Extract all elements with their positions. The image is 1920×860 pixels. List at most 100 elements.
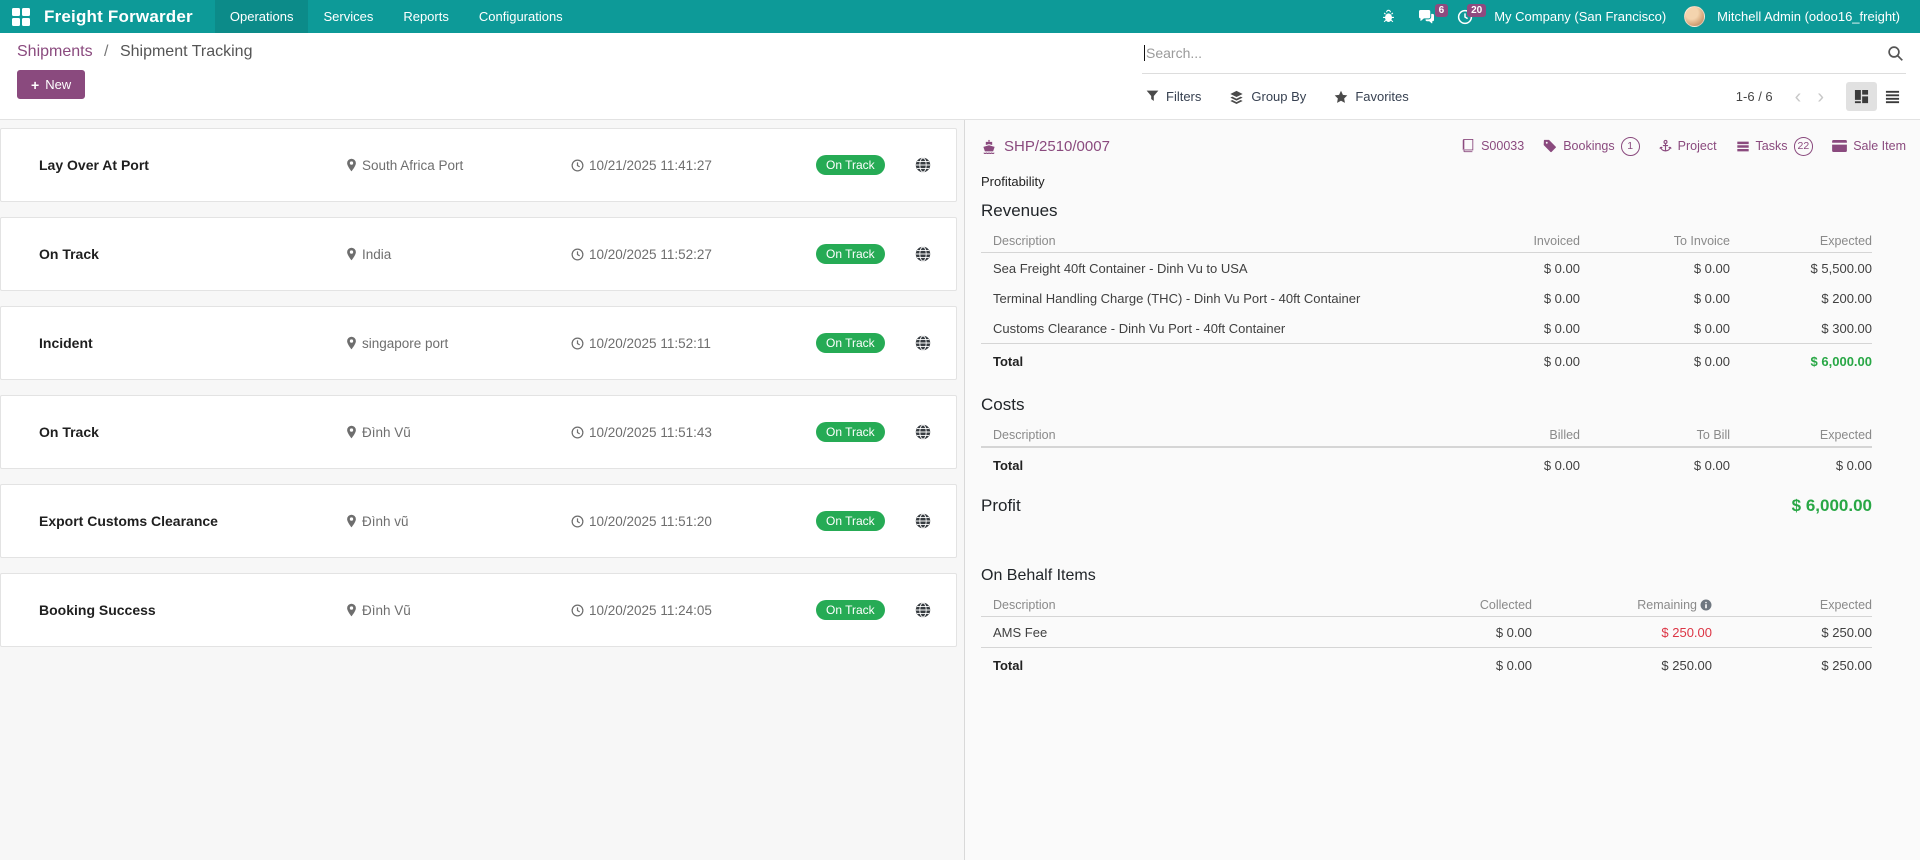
revenues-title: Revenues (981, 201, 1906, 221)
status-badge: On Track (816, 600, 885, 620)
breadcrumb-shipments-link[interactable]: Shipments (17, 43, 93, 60)
revenues-cell: $ 0.00 (1430, 291, 1580, 306)
group-by-button[interactable]: Group By (1229, 89, 1306, 104)
revenues-header: Description (981, 234, 1430, 248)
smart-button-sale-item[interactable]: Sale Item (1832, 139, 1906, 153)
list-view-button[interactable] (1877, 82, 1908, 111)
shipment-tracking-card[interactable]: Lay Over At Port South Africa Port 10/21… (0, 128, 957, 202)
user-menu[interactable]: Mitchell Admin (odoo16_freight) (1709, 9, 1908, 24)
tasks-icon (1736, 140, 1750, 153)
costs-table: DescriptionBilledTo BillExpectedTotal$ 0… (981, 423, 1872, 483)
status-badge: On Track (816, 155, 885, 175)
on-behalf-total-cell: $ 250.00 (1532, 658, 1712, 673)
info-icon[interactable] (1700, 599, 1712, 611)
favorites-button[interactable]: Favorites (1334, 89, 1408, 104)
revenues-header: To Invoice (1580, 234, 1730, 248)
debug-bug-icon[interactable] (1372, 5, 1405, 28)
breadcrumb-separator: / (97, 43, 115, 60)
shipment-detail-panel: SHP/2510/0007 S00033 Bookings1 Project Task… (965, 120, 1920, 860)
user-avatar[interactable] (1684, 6, 1705, 27)
revenues-cell: Sea Freight 40ft Container - Dinh Vu to … (981, 261, 1430, 276)
shipment-reference-link[interactable]: SHP/2510/0007 (981, 138, 1110, 155)
messages-icon[interactable]: 6 (1409, 5, 1444, 28)
globe-icon[interactable] (915, 246, 931, 262)
costs-header: Billed (1430, 428, 1580, 442)
on-behalf-total-row: Total$ 0.00$ 250.00$ 250.00 (981, 647, 1872, 683)
star-icon (1334, 90, 1348, 104)
smart-button-tasks[interactable]: Tasks22 (1736, 137, 1814, 156)
search-bar (1142, 33, 1906, 74)
profit-label: Profit (981, 496, 1021, 516)
clock-icon (571, 248, 584, 261)
search-actions-row: Filters Group By Favorites 1-6 / 6 ‹ › (1142, 74, 1920, 119)
pager-range: 1-6 / 6 (1736, 89, 1773, 104)
globe-icon[interactable] (915, 602, 931, 618)
tracking-datetime: 10/20/2025 11:24:05 (571, 603, 816, 618)
location-pin-icon (346, 603, 357, 617)
company-switcher[interactable]: My Company (San Francisco) (1486, 9, 1674, 24)
top-navbar: Freight Forwarder OperationsServicesRepo… (0, 0, 1920, 33)
smart-button-project[interactable]: Project (1659, 139, 1717, 153)
costs-header-row: DescriptionBilledTo BillExpected (981, 423, 1872, 447)
globe-icon[interactable] (915, 335, 931, 351)
menu-services[interactable]: Services (308, 0, 388, 33)
prev-page-button[interactable]: ‹ (1787, 88, 1810, 106)
costs-total-cell: $ 0.00 (1430, 458, 1580, 473)
tracking-status-title: On Track (39, 424, 346, 440)
menu-configurations[interactable]: Configurations (464, 0, 578, 33)
costs-header: Description (981, 428, 1430, 442)
shipment-tracking-list: Lay Over At Port South Africa Port 10/21… (0, 120, 965, 860)
tracking-location: India (346, 247, 571, 262)
smart-button-bookings[interactable]: Bookings1 (1543, 137, 1639, 156)
app-name[interactable]: Freight Forwarder (40, 0, 215, 33)
activities-clock-icon[interactable]: 20 (1448, 5, 1482, 29)
shipment-tracking-card[interactable]: On Track India 10/20/2025 11:52:27 On Tr… (0, 217, 957, 291)
filters-button[interactable]: Filters (1146, 89, 1201, 104)
on-behalf-header: Collected (1382, 598, 1532, 612)
plus-icon: + (31, 80, 39, 90)
status-badge: On Track (816, 333, 885, 353)
revenues-total-cell: Total (981, 354, 1430, 369)
menu-reports[interactable]: Reports (388, 0, 464, 33)
revenues-header-row: DescriptionInvoicedTo InvoiceExpected (981, 229, 1872, 253)
clock-icon (571, 426, 584, 439)
kanban-view-icon (1854, 89, 1869, 104)
new-button[interactable]: + New (17, 70, 85, 99)
shipment-tracking-card[interactable]: Export Customs Clearance Đình vũ 10/20/2… (0, 484, 957, 558)
search-input[interactable] (1145, 45, 1887, 61)
location-pin-icon (346, 247, 357, 261)
book-icon (1461, 139, 1475, 153)
revenues-table: DescriptionInvoicedTo InvoiceExpected Sea… (981, 229, 1872, 379)
kanban-view-button[interactable] (1846, 82, 1877, 111)
next-page-button[interactable]: › (1809, 88, 1832, 106)
breadcrumb-current: Shipment Tracking (120, 43, 253, 60)
globe-icon[interactable] (915, 157, 931, 173)
revenues-total-cell: $ 6,000.00 (1730, 354, 1872, 369)
on-behalf-total-cell: $ 0.00 (1382, 658, 1532, 673)
shipment-tracking-card[interactable]: On Track Đình Vũ 10/20/2025 11:51:43 On … (0, 395, 957, 469)
globe-icon[interactable] (915, 424, 931, 440)
clock-icon (571, 337, 584, 350)
smart-button-s00033[interactable]: S00033 (1461, 139, 1524, 153)
shipment-tracking-card[interactable]: Incident singapore port 10/20/2025 11:52… (0, 306, 957, 380)
globe-icon[interactable] (915, 513, 931, 529)
revenues-cell: $ 300.00 (1730, 321, 1872, 336)
count-badge: 22 (1794, 137, 1814, 156)
control-panel: Shipments / Shipment Tracking + New Filt… (0, 33, 1920, 120)
profit-row: Profit $ 6,000.00 (981, 489, 1872, 523)
shipment-tracking-card[interactable]: Booking Success Đình Vũ 10/20/2025 11:24… (0, 573, 957, 647)
layers-icon (1229, 90, 1244, 104)
tracking-location: Đình Vũ (346, 603, 571, 618)
menu-operations[interactable]: Operations (215, 0, 309, 33)
status-badge: On Track (816, 511, 885, 531)
apps-menu-button[interactable] (0, 0, 40, 33)
revenues-total-cell: $ 0.00 (1580, 354, 1730, 369)
on-behalf-header: Description (981, 598, 1382, 612)
on-behalf-header-row: DescriptionCollectedRemainingExpected (981, 593, 1872, 617)
search-icon[interactable] (1887, 45, 1904, 62)
location-pin-icon (346, 425, 357, 439)
revenues-cell: Terminal Handling Charge (THC) - Dinh Vu… (981, 291, 1430, 306)
anchor-icon (1659, 139, 1672, 153)
messages-count-badge: 6 (1435, 4, 1449, 17)
tracking-datetime: 10/20/2025 11:51:43 (571, 425, 816, 440)
